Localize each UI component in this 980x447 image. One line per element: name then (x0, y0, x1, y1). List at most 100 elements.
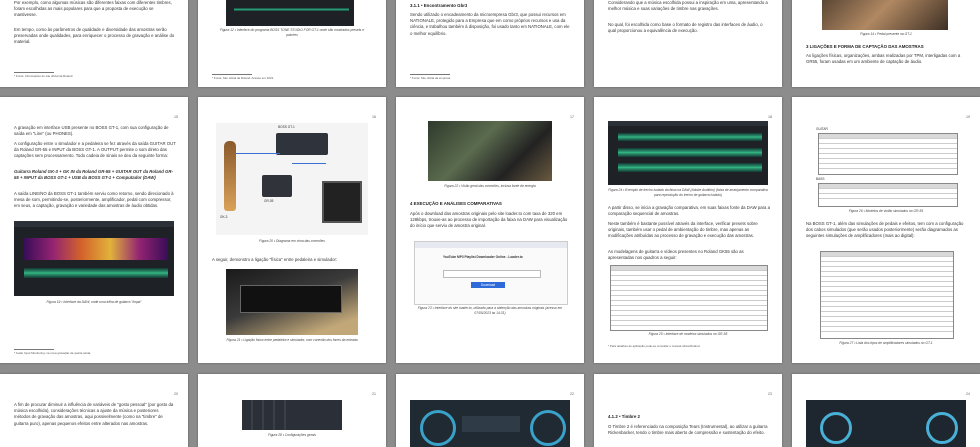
page-paragraph: Após o download das amostras originais p… (410, 211, 568, 229)
page-paragraph: A seguir, demonstro a ligação "física" e… (212, 257, 338, 262)
footnote-rule (14, 349, 54, 350)
page-paragraph: A saída LINE/NO da BOSS GT-1 também serv… (14, 191, 174, 209)
footnote-rule (14, 72, 54, 73)
table-legend-label: GUITAR (816, 127, 828, 131)
waveform-graphic (617, 132, 762, 142)
page-number: 23 (768, 392, 772, 396)
page-paragraph: Em tempo, como às parâmetros de qualidad… (14, 27, 175, 45)
page-number: 16 (372, 115, 376, 119)
page-paragraph: A partir disso, se inicia a gravação com… (608, 205, 770, 217)
diagram-label: GK-3 (220, 215, 228, 219)
photo-image (822, 0, 948, 30)
section-heading: 4 EXECUÇÃO E ANÁLISES COMPARATIVAS (410, 201, 502, 206)
document-page-16[interactable]: 16 BOSS GT-1 GR-55 GK-3 Figura 20 • Diag… (198, 97, 386, 363)
connection-diagram-image: BOSS GT-1 GR-55 GK-3 (216, 123, 368, 235)
document-page-23[interactable]: 23 4.1.2 • Timbre 2 O Timbre 2 é referen… (594, 374, 782, 447)
amplifier-types-table (820, 251, 954, 339)
page-number: 15 (174, 115, 178, 119)
page-paragraph: A gravação em interface USB presente no … (14, 125, 169, 137)
figure-caption: Figura 25 • Interface de modelos simulad… (648, 332, 728, 336)
page-paragraph: Considerando que a música escolhida poss… (608, 0, 768, 12)
section-heading: 3.1.1 • Encontramento Gbr3 (410, 3, 468, 8)
page-paragraph: A configuração entre o simulador e a ped… (14, 141, 176, 159)
hardware-photo-image (226, 269, 358, 335)
footnote-rule (410, 74, 450, 75)
figure-caption: Figura 22 • Visão geral das conexões, in… (444, 184, 536, 188)
page-paragraph: Por exemplo, como algumas músicas são di… (14, 0, 172, 18)
figure-caption: Figura 28 • Configurações gerais (267, 433, 317, 437)
page-footnote: * Fonte: Site oficial da Roland. Acesso … (212, 77, 274, 80)
page-paragraph: A fim de procurar diminuir a influência … (14, 402, 174, 426)
software-screenshot-image (226, 0, 354, 26)
diagram-label: GR-55 (264, 199, 274, 203)
settings-screenshot-image (242, 400, 342, 430)
waveform-graphic (233, 7, 349, 12)
page-footnote: * Para detalhes de aplicação pode-se con… (608, 345, 701, 348)
diagram-label: BOSS GT-1 (278, 125, 295, 129)
page-paragraph: O Timbre 2 é referenciado na composição … (608, 424, 768, 436)
amplifier-shape (322, 181, 362, 223)
page-number: 17 (570, 115, 574, 119)
document-page-thumbnail[interactable]: Figura 14 • Pedal presente na GT-1 3 LIG… (792, 0, 980, 87)
figure-caption: Figura 27 • Lista dos tipos de amplifica… (839, 341, 933, 345)
page-paragraph: Neste também é bastante possível através… (608, 221, 758, 239)
document-page-thumbnail[interactable]: Por exemplo, como algumas músicas são di… (0, 0, 188, 87)
document-page-21[interactable]: 21 Figura 28 • Configurações gerais (198, 374, 386, 447)
section-heading: 4.1.2 • Timbre 2 (608, 414, 640, 419)
gt1-software-screenshot-image (806, 400, 966, 447)
signal-chain-text: Guitarra Roland GK-3 + GK IN da Roland G… (14, 169, 173, 181)
page-paragraph: As modelagens de guitarra e vídeos prese… (608, 249, 744, 261)
guitar-models-table (818, 133, 958, 175)
bass-models-table (818, 183, 958, 207)
spectrogram-graphic (23, 237, 168, 260)
page-footnote: * Audio Input Monitoring: na nova gravaç… (14, 352, 91, 355)
document-page-thumbnail[interactable]: Considerando que a música escolhida poss… (594, 0, 782, 87)
figure-caption: Figura 21 • Ligação física entre pedalei… (226, 338, 358, 342)
document-page-24[interactable]: 24 (792, 374, 980, 447)
download-button[interactable]: Download (471, 282, 506, 288)
figure-caption: Figura 20 • Diagrama em cima das conexõe… (259, 239, 325, 243)
daw-screenshot-image (14, 221, 174, 296)
figure-caption: Figura 12 • Interface do programa BOSS T… (219, 28, 365, 37)
page-number: 22 (570, 392, 574, 396)
document-page-22[interactable]: 22 (396, 374, 584, 447)
page-paragraph: Sendo utilizado o encadeamento da microe… (410, 12, 570, 36)
figure-caption: Figura 26 • Modelos de violão simulados … (848, 209, 924, 213)
document-page-17[interactable]: 17 Figura 22 • Visão geral das conexões,… (396, 97, 584, 363)
document-page-thumbnail[interactable]: Figura 12 • Interface do programa BOSS T… (198, 0, 386, 87)
waveform-graphic (617, 163, 762, 173)
page-number: 24 (966, 392, 970, 396)
page-number: 20 (174, 392, 178, 396)
figure-caption: Figura 14 • Pedal presente na GT-1 (860, 32, 912, 36)
document-page-19[interactable]: 19 GUITAR BASS Figura 26 • Modelos de vi… (792, 97, 980, 363)
simulator-shape (262, 175, 292, 197)
page-footnote: * Fonte: Site oficial da empresa. (410, 77, 451, 80)
document-page-18[interactable]: 18 Figura 24 • Exemplo de trecho isolado… (594, 97, 782, 363)
page-number: 21 (372, 392, 376, 396)
page-footnote: * Fonte: Informações do site oficial da … (14, 75, 74, 78)
waveform-graphic (617, 147, 762, 157)
website-screenshot-image: YouTube MP3 Playlist Downloader Online -… (414, 241, 568, 305)
connections-photo-image (428, 121, 552, 181)
page-paragraph: As ligações físicas, organizações, ambas… (806, 53, 961, 65)
footnote-rule (212, 74, 252, 75)
section-heading: 3 LIGAÇÕES E FORMA DE CAPTAÇÃO DAS AMOST… (806, 44, 924, 49)
figure-caption: Figura 24 • Exemplo de trecho isolado da… (608, 188, 768, 197)
models-table (610, 265, 768, 331)
figure-caption: Figura 23 • Interface do site loader.to,… (417, 306, 563, 315)
page-paragraph: Na BOSS GT-1, além das simulações de ped… (806, 221, 964, 239)
figure-caption: Figura 19 • Interface da DAW, onde uma t… (46, 300, 142, 304)
page-paragraph: No qual, foi escolhida como base o forma… (608, 22, 763, 34)
document-page-thumbnail[interactable]: 3.1.1 • Encontramento Gbr3 Sendo utiliza… (396, 0, 584, 87)
table-legend-label: BASS (816, 177, 825, 181)
document-page-15[interactable]: 15 A gravação em interface USB presente … (0, 97, 188, 363)
document-page-20[interactable]: 20 A fim de procurar diminuir a influênc… (0, 374, 188, 447)
waveform-graphic (23, 267, 168, 278)
page-number: 19 (966, 115, 970, 119)
daw-screenshot-image (608, 121, 768, 185)
pedalboard-shape (276, 133, 328, 155)
guitar-shape (224, 141, 236, 211)
website-title: YouTube MP3 Playlist Downloader Online -… (443, 255, 523, 259)
page-number: 18 (768, 115, 772, 119)
gt1-software-screenshot-image (410, 400, 570, 447)
